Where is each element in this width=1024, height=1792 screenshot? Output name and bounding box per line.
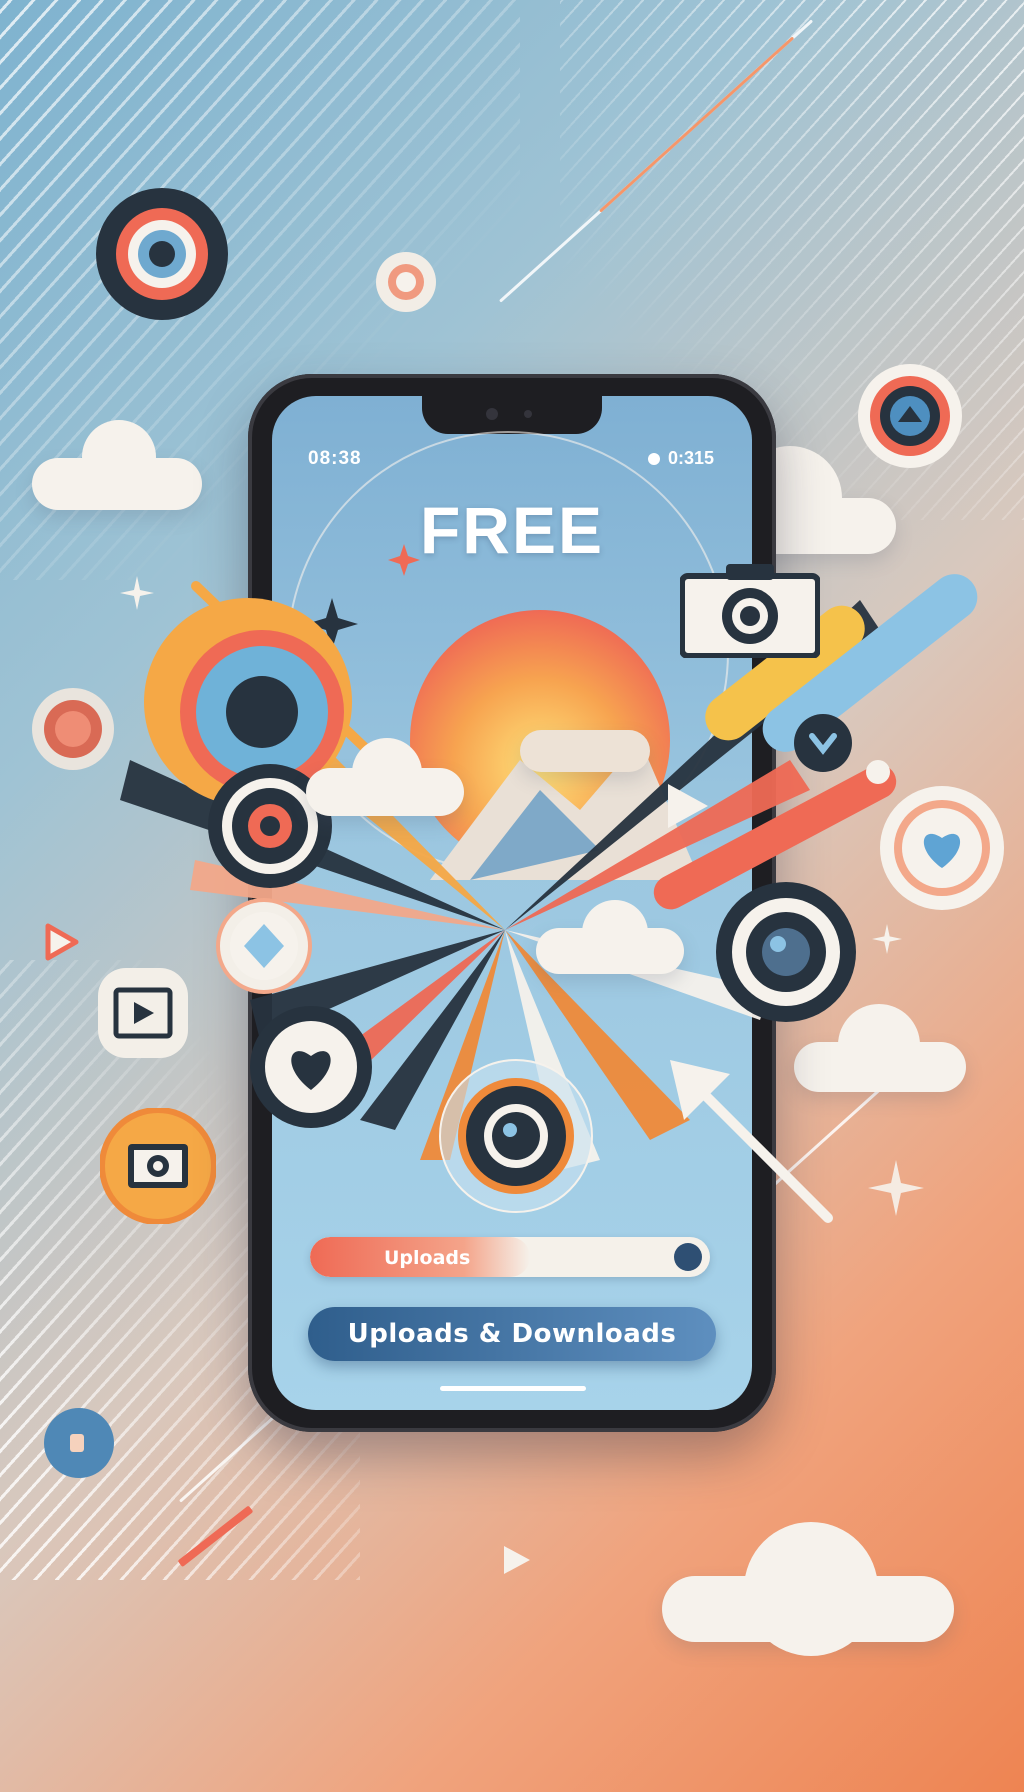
heart-icon <box>250 1006 372 1128</box>
lens-icon <box>439 1059 593 1213</box>
cloud-icon <box>520 730 650 772</box>
cursor-arrow-icon <box>670 1060 833 1223</box>
lens-icon <box>794 714 852 772</box>
uploads-downloads-button[interactable]: Uploads & Downloads <box>308 1307 716 1361</box>
diamond-icon <box>216 898 312 994</box>
cloud-icon <box>352 738 422 808</box>
upload-progress-bar: Uploads <box>310 1237 710 1277</box>
home-indicator <box>440 1386 586 1391</box>
upload-progress-knob[interactable] <box>674 1243 702 1271</box>
camera-icon <box>680 564 820 658</box>
lens-icon <box>716 882 856 1022</box>
poster-background: 08:38 0:315 FREE Uploads Uploads & Downl… <box>0 0 1024 1792</box>
hero-illustration <box>120 431 978 1170</box>
upload-progress-label: Uploads <box>384 1247 471 1269</box>
cloud-icon <box>582 900 648 966</box>
